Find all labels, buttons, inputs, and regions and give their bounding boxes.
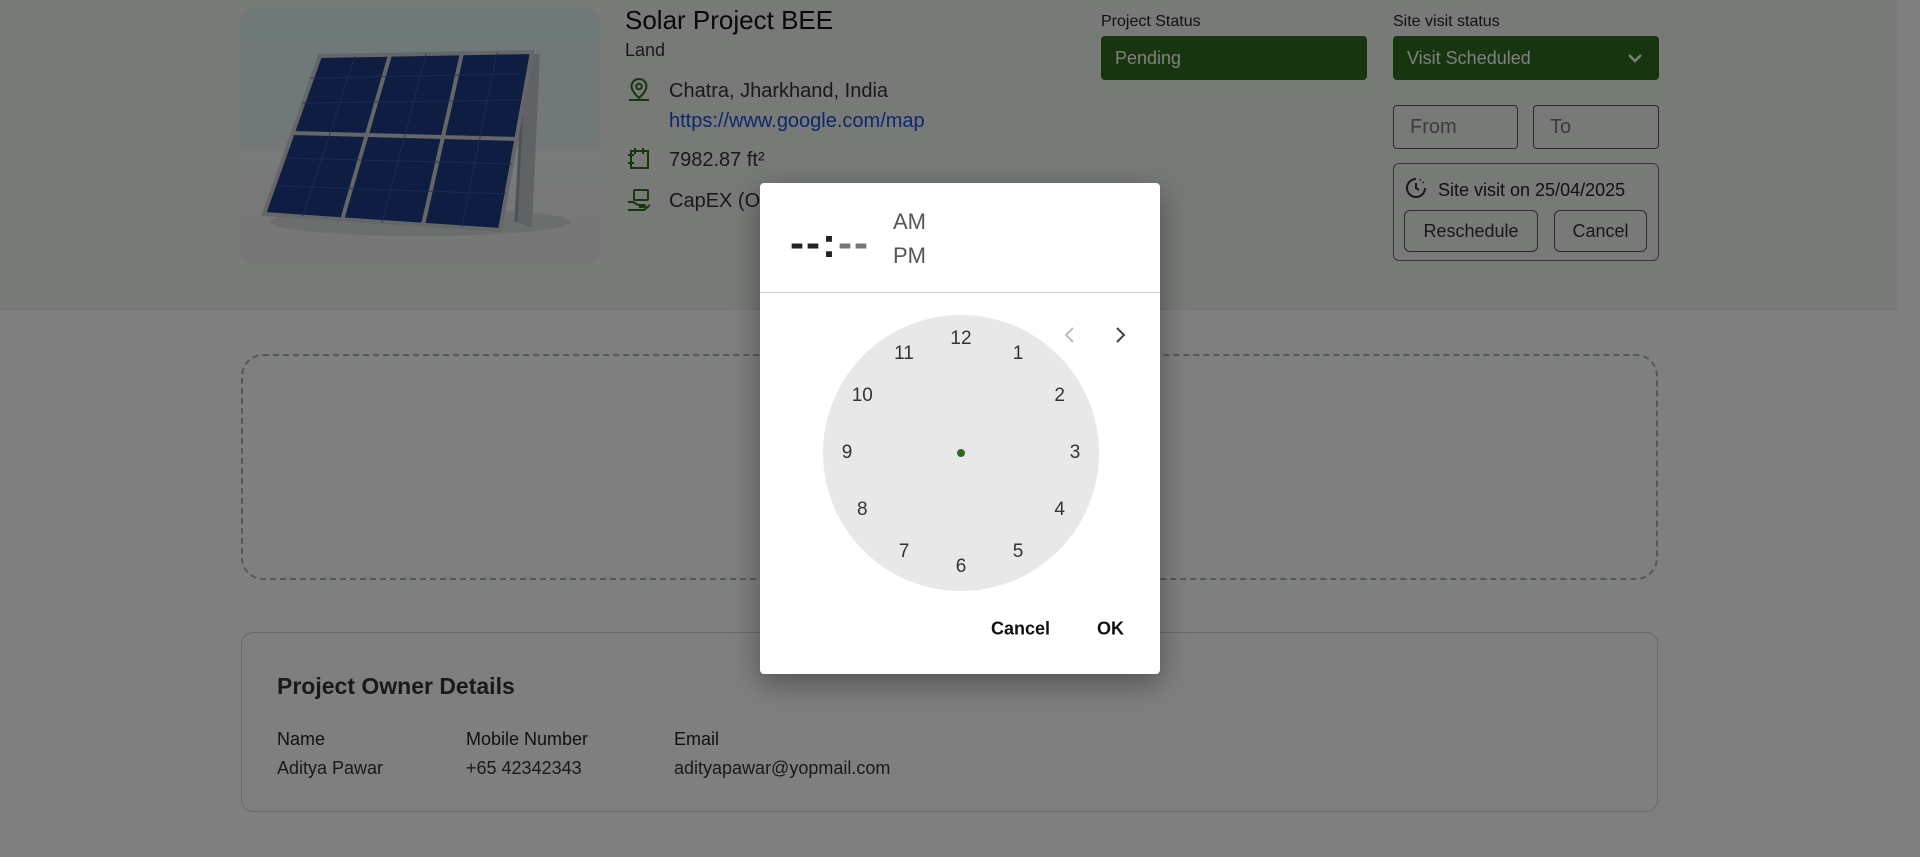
clock-number-8[interactable]: 8 (857, 499, 868, 521)
time-display: -- : -- (790, 219, 870, 267)
clock-number-6[interactable]: 6 (956, 556, 967, 578)
time-picker-header: -- : -- AM PM (760, 183, 1160, 293)
pm-toggle[interactable]: PM (893, 243, 926, 269)
clock-number-4[interactable]: 4 (1054, 499, 1065, 521)
clock-center-dot (957, 449, 965, 457)
clock-number-12[interactable]: 12 (950, 328, 971, 350)
time-separator: : (821, 219, 838, 266)
clock-number-11[interactable]: 11 (894, 343, 914, 365)
clock-number-3[interactable]: 3 (1070, 442, 1081, 464)
clock-number-10[interactable]: 10 (852, 385, 873, 407)
clock-number-7[interactable]: 7 (899, 541, 910, 563)
time-picker-dialog: -- : -- AM PM 12 1 2 3 4 5 6 7 8 9 10 11 Cancel OK (760, 183, 1160, 674)
clock-number-9[interactable]: 9 (842, 442, 853, 464)
am-toggle[interactable]: AM (893, 209, 926, 235)
minute-display[interactable]: -- (838, 219, 870, 267)
chevron-left-icon[interactable] (1058, 323, 1082, 347)
chevron-right-icon[interactable] (1108, 323, 1132, 347)
clock-number-5[interactable]: 5 (1013, 541, 1024, 563)
hour-display[interactable]: -- (790, 219, 822, 267)
time-picker-ok-button[interactable]: OK (1097, 619, 1124, 640)
clock-number-1[interactable]: 1 (1013, 343, 1024, 365)
clock-face[interactable]: 12 1 2 3 4 5 6 7 8 9 10 11 (823, 315, 1099, 591)
time-picker-cancel-button[interactable]: Cancel (991, 619, 1050, 640)
clock-number-2[interactable]: 2 (1054, 385, 1065, 407)
